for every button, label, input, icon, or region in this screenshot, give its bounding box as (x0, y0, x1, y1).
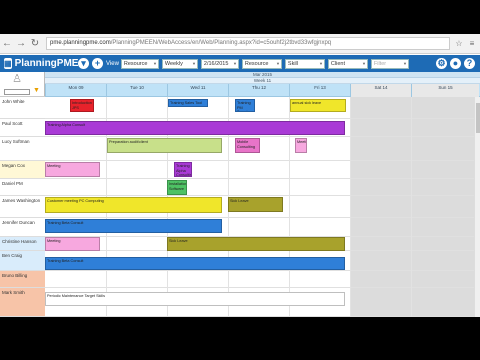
view-label: View (106, 60, 119, 67)
dropdown-menu-button[interactable]: ▾ (78, 58, 89, 69)
view-select[interactable]: Resource (120, 58, 159, 69)
app-toolbar: ▦ PlanningPME ▾ + View Resource Weekly 2… (0, 55, 480, 72)
resource-avatar-icon: ♙ (12, 73, 22, 85)
scrollbar-thumb[interactable] (476, 103, 480, 133)
task-block[interactable]: Mobile Consulting (235, 138, 260, 153)
url-domain: pme.planningpme.com (50, 40, 111, 46)
reload-icon[interactable]: ↻ (28, 37, 42, 51)
logo-icon: ▦ (4, 58, 12, 69)
resource-row-label[interactable]: Ben Craig (0, 251, 45, 271)
browser-window: ← → ↻ pme.planningpme.com/PlanningPMEEN/… (0, 34, 480, 317)
app-name: PlanningPME (14, 58, 79, 69)
task-block[interactable]: Preparation audit/client (107, 138, 222, 153)
resource-search-input[interactable] (4, 89, 30, 95)
help-icon[interactable]: ? (464, 58, 475, 69)
task-block[interactable]: Training Alpha Consulting (174, 162, 192, 177)
day-header: Fri 13 (289, 84, 350, 97)
task-block[interactable]: Training Beta Consult (45, 257, 345, 270)
period-select[interactable]: Weekly (161, 58, 198, 69)
user-icon[interactable]: ● (450, 58, 461, 69)
task-block[interactable]: Periodic Maintenance Target Skills (45, 292, 345, 306)
task-block[interactable]: Training Alpha Consult (45, 121, 345, 135)
task-block[interactable]: Sick Leave (228, 197, 283, 212)
resource-row-label[interactable]: John White (0, 97, 45, 119)
url-path: /PlanningPMEEN/WebAccess/en/Web/Planning… (110, 40, 332, 46)
grid-row[interactable] (45, 97, 480, 119)
client-filter-select[interactable]: Client (327, 58, 368, 69)
settings-icon[interactable]: ⚙ (436, 58, 447, 69)
date-field[interactable]: 2/16/2015 (200, 58, 239, 69)
task-block[interactable]: Training PM Target Inc (235, 99, 255, 112)
day-header: Sun 15 (411, 84, 479, 97)
resource-row-label[interactable]: Christine Hanson (0, 237, 45, 251)
planning-grid[interactable]: Introduction JPS Training Sales Tool Clie… (45, 97, 480, 317)
task-block[interactable]: Installation Software (167, 180, 187, 195)
browser-toolbar: ← → ↻ pme.planningpme.com/PlanningPMEEN/… (0, 34, 480, 54)
day-header: Mon 09 (45, 84, 106, 97)
task-block[interactable]: annual sick leave (290, 99, 346, 112)
filter-icon[interactable]: ▼ (33, 87, 40, 94)
resource-filter-box: ♙ ▼ (0, 72, 45, 97)
resource-row-label[interactable]: Daniel PM (0, 179, 45, 196)
resource-row-label[interactable]: Paul Scott (0, 119, 45, 137)
star-icon[interactable]: ☆ (454, 39, 464, 49)
resource-column: ♙ ▼ John White Paul Scott Lucy Softman Mega… (0, 72, 45, 317)
address-bar[interactable]: pme.planningpme.com/PlanningPMEEN/WebAcc… (46, 37, 450, 50)
task-block[interactable]: Meeting (45, 237, 100, 251)
resource-row-label[interactable]: Jennifer Duncan (0, 218, 45, 237)
resource-row-label[interactable]: Lucy Softman (0, 137, 45, 161)
forward-icon[interactable]: → (14, 37, 28, 51)
day-header: Wed 11 (167, 84, 228, 97)
day-divider (411, 97, 412, 317)
task-block[interactable]: Training Sales Tool Client (168, 99, 208, 107)
menu-icon[interactable]: ≡ (467, 39, 477, 49)
search-input[interactable]: Filter (370, 58, 409, 69)
task-block[interactable]: Meeting (295, 138, 307, 153)
vertical-scrollbar[interactable] (474, 97, 480, 317)
day-divider (350, 97, 351, 317)
grid-row[interactable] (45, 179, 480, 196)
app-logo: ▦ PlanningPME (0, 58, 78, 69)
grid-row[interactable] (45, 161, 480, 179)
task-block[interactable]: Meeting (45, 162, 100, 177)
resource-row-label[interactable]: Bruno Billing (0, 271, 45, 288)
resource-filter-select[interactable]: Resource (241, 58, 282, 69)
task-block[interactable]: Sick Leave (167, 237, 345, 251)
grid-row[interactable] (45, 271, 480, 288)
back-icon[interactable]: ← (0, 37, 14, 51)
resource-row-label[interactable]: James Washington (0, 196, 45, 218)
task-block[interactable]: Customer meeting PC Computing (45, 197, 222, 213)
day-header: Thu 12 (228, 84, 289, 97)
task-block[interactable]: Training Beta Consult (45, 219, 222, 233)
day-header-row: Mon 09 Tue 10 Wed 11 Thu 12 Fri 13 Sat 14 Sun … (45, 84, 480, 97)
resource-row-label[interactable]: Mark Smith (0, 288, 45, 317)
day-header: Sat 14 (350, 84, 411, 97)
add-button[interactable]: + (92, 58, 103, 69)
task-block[interactable]: Introduction JPS (70, 99, 94, 112)
resource-row-label[interactable]: Megan Cox (0, 161, 45, 179)
skill-filter-select[interactable]: Skill (284, 58, 325, 69)
day-header: Tue 10 (106, 84, 167, 97)
